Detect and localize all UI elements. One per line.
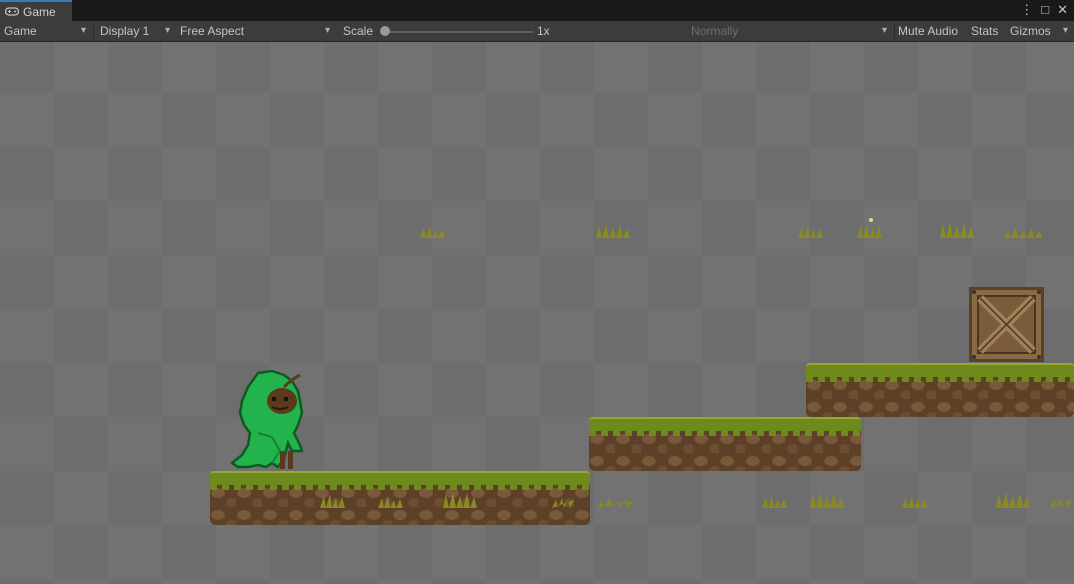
mute-audio-toggle[interactable]: Mute Audio <box>898 21 958 41</box>
tab-bar: Game ⋮ □ ✕ <box>0 0 1074 21</box>
tab-game[interactable]: Game <box>0 0 72 21</box>
aspect-dropdown[interactable]: Free Aspect <box>180 21 334 41</box>
divider <box>93 23 94 39</box>
ground-platform-high <box>806 363 1074 417</box>
grass-tuft <box>420 226 445 238</box>
play-focus-dropdown[interactable]: Normally <box>691 21 891 41</box>
gizmos-dropdown[interactable]: Gizmos <box>1010 21 1072 41</box>
play-focus-label: Normally <box>691 24 739 38</box>
divider <box>894 23 895 39</box>
scale-slider-track[interactable] <box>383 31 533 33</box>
view-mode-label: Game <box>4 24 37 38</box>
maximize-icon[interactable]: □ <box>1041 2 1049 18</box>
grass-tuft <box>596 224 630 238</box>
game-toolbar: Game Display 1 Free Aspect Scale 1x Norm… <box>0 21 1074 42</box>
grass-tuft <box>798 226 823 238</box>
grass-tuft <box>1050 498 1072 508</box>
view-mode-dropdown[interactable]: Game <box>4 21 90 41</box>
grass-tuft <box>443 492 477 508</box>
grass-tuft <box>552 498 574 508</box>
scale-slider-handle[interactable] <box>380 26 390 36</box>
stats-toggle[interactable]: Stats <box>971 21 998 41</box>
more-menu-icon[interactable]: ⋮ <box>1020 2 1033 18</box>
scale-value: 1x <box>537 24 550 38</box>
grass-tuft <box>940 222 974 238</box>
tab-label: Game <box>23 4 56 19</box>
grass-tuft <box>810 492 844 508</box>
grass-tuft <box>1004 228 1042 238</box>
grass-tuft <box>762 496 787 508</box>
display-label: Display 1 <box>100 24 150 38</box>
player-character <box>229 369 304 469</box>
grass-tuft <box>598 498 634 508</box>
ground-platform-mid <box>589 417 861 471</box>
grass-tuft <box>902 496 927 508</box>
wooden-crate <box>969 287 1044 362</box>
gizmos-label: Gizmos <box>1010 24 1051 38</box>
scale-label: Scale <box>343 24 374 38</box>
grass-tuft <box>378 496 403 508</box>
aspect-label: Free Aspect <box>180 24 245 38</box>
close-icon[interactable]: ✕ <box>1057 2 1068 18</box>
display-dropdown[interactable]: Display 1 <box>100 21 174 41</box>
gamepad-icon <box>5 6 19 16</box>
game-viewport[interactable] <box>0 42 1074 584</box>
grass-tuft <box>857 218 882 238</box>
grass-tuft <box>320 494 345 508</box>
grass-tuft <box>996 492 1030 508</box>
